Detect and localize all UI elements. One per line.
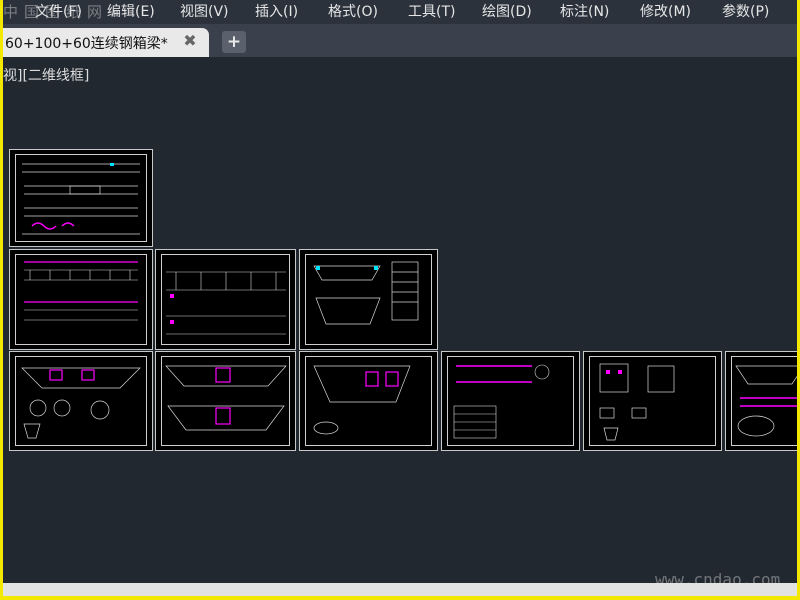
close-icon[interactable]: ✖ (183, 32, 197, 50)
drawing-sheet[interactable] (9, 249, 153, 350)
sheet-graphics (21, 367, 141, 439)
tab-active-drawing[interactable]: 60+100+60连续钢箱梁* ✖ (3, 28, 209, 57)
drawing-sheet[interactable] (9, 149, 153, 247)
menu-bar: 中国图纸网 文件(F) 编辑(E) 视图(V) 插入(I) 格式(O) 工具(T… (3, 0, 797, 24)
menu-dimension[interactable]: 标注(N) (560, 2, 609, 22)
sheet-graphics (313, 261, 419, 325)
drawing-sheet[interactable] (725, 351, 797, 451)
menu-modify[interactable]: 修改(M) (640, 2, 691, 22)
sheet-graphics (313, 365, 411, 435)
menu-tools[interactable]: 工具(T) (408, 2, 455, 22)
tab-label: 60+100+60连续钢箱梁* (5, 36, 168, 52)
drawing-sheet[interactable] (155, 351, 296, 451)
menu-draw[interactable]: 绘图(D) (482, 2, 532, 22)
new-tab-button[interactable]: + (222, 31, 246, 53)
drawing-sheet[interactable] (299, 249, 438, 350)
sheet-graphics (22, 163, 140, 235)
menu-view[interactable]: 视图(V) (180, 2, 229, 22)
menu-parameters[interactable]: 参数(P) (722, 2, 769, 22)
sheet-graphics (735, 365, 797, 437)
app-window: 中国图纸网 文件(F) 编辑(E) 视图(V) 插入(I) 格式(O) 工具(T… (3, 0, 797, 596)
drawing-sheet[interactable] (441, 351, 580, 451)
drawing-sheet[interactable] (155, 249, 296, 350)
status-bar (3, 583, 797, 596)
sheet-graphics (166, 271, 286, 335)
menu-edit[interactable]: 编辑(E) (107, 2, 155, 22)
menu-format[interactable]: 格式(O) (328, 2, 378, 22)
sheet-graphics (599, 363, 675, 441)
drawing-sheet[interactable] (583, 351, 722, 451)
document-tab-bar: 60+100+60连续钢箱梁* ✖ + (3, 24, 797, 57)
viewport-label[interactable]: 视][二维线框] (3, 65, 89, 85)
drawing-sheet[interactable] (9, 351, 153, 451)
menu-file[interactable]: 文件(F) (35, 2, 82, 22)
sheet-graphics (165, 365, 287, 431)
menu-insert[interactable]: 插入(I) (255, 2, 298, 22)
sheet-graphics (453, 364, 550, 439)
sheet-graphics (24, 261, 138, 321)
drawing-sheet[interactable] (299, 351, 438, 451)
